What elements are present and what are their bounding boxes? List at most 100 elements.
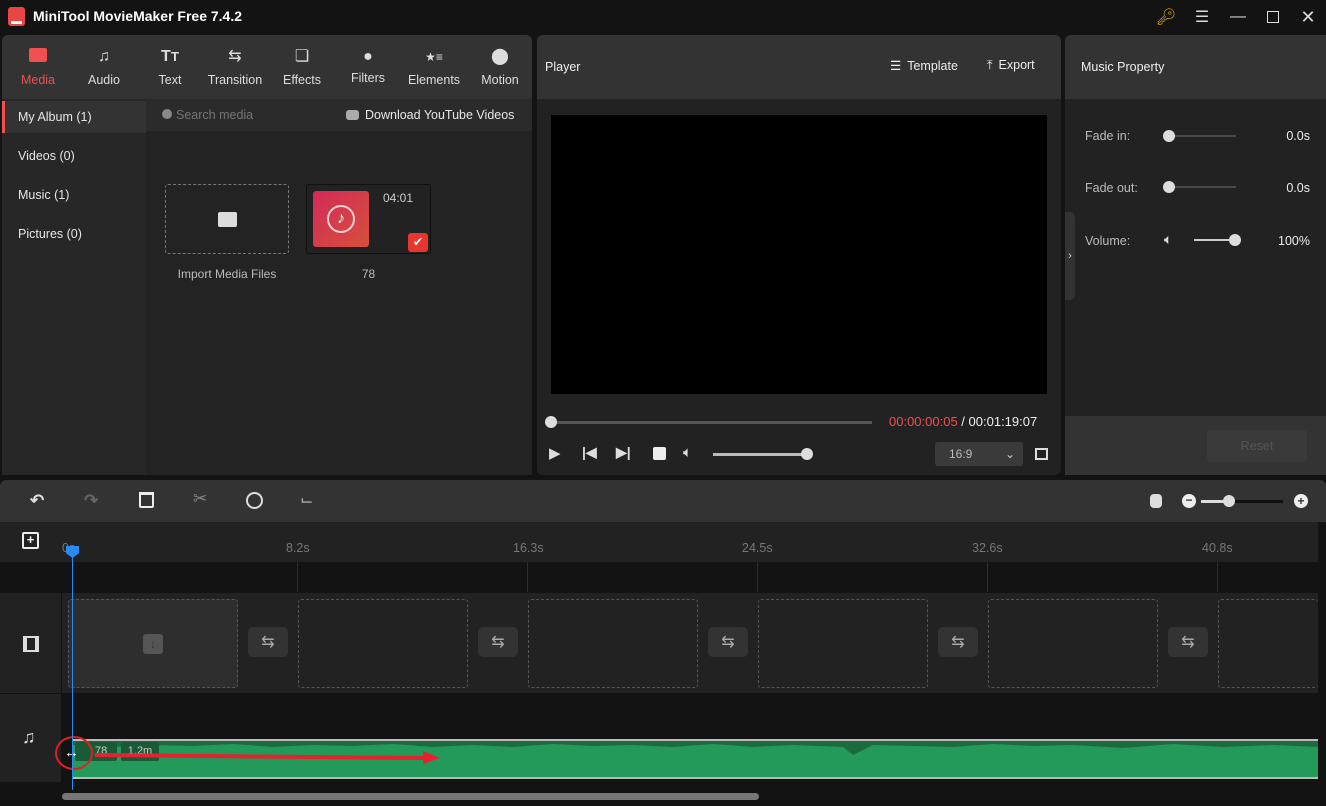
filters-icon: ● (363, 48, 373, 65)
album-item-music[interactable]: Music (1) (2, 179, 146, 211)
transition-slot-button[interactable]: ⇆ (1168, 627, 1208, 657)
playback-progress-knob[interactable] (545, 416, 557, 428)
menu-icon[interactable]: ☰ (1189, 5, 1215, 29)
music-volume-knob[interactable] (1229, 234, 1241, 246)
play-icon[interactable]: ▶ (549, 444, 561, 462)
title-bar: MiniTool MovieMaker Free 7.4.2 🔑︎ ☰ — ✕ (0, 0, 1326, 34)
album-list: My Album (1) Videos (0) Music (1) Pictur… (2, 99, 146, 475)
timeline-horizontal-scrollbar[interactable] (62, 793, 759, 800)
album-item-pictures[interactable]: Pictures (0) (2, 218, 146, 250)
player-panel: Player ☰ Template ⤒ Export 00:00:00:05 / 0… (537, 35, 1061, 475)
text-icon: TT (161, 48, 179, 65)
timeline-toolbar: ↶ ↷ ✂ ⌙ − + (0, 480, 1326, 522)
fade-out-knob[interactable] (1163, 181, 1175, 193)
ruler-tick-label: 32.6s (972, 541, 1003, 555)
ruler-gridline (297, 562, 298, 592)
fit-timeline-icon[interactable] (1150, 494, 1162, 508)
tab-motion[interactable]: ⬤ Motion (467, 35, 533, 99)
download-youtube-button[interactable]: Download YouTube Videos (346, 99, 514, 131)
clip-drop-slot[interactable] (528, 599, 698, 688)
category-toolbar: Media ♫ Audio TT Text ⇆ Transition ❏ Eff… (2, 35, 532, 99)
tab-audio[interactable]: ♫ Audio (71, 35, 137, 99)
volume-label: Volume: (1085, 234, 1131, 248)
tab-elements[interactable]: ★≡ Elements (401, 35, 467, 99)
transition-slot-button[interactable]: ⇆ (248, 627, 288, 657)
transition-slot-button[interactable]: ⇆ (708, 627, 748, 657)
tab-effects[interactable]: ❏ Effects (269, 35, 335, 99)
delete-icon[interactable] (139, 492, 154, 508)
app-title: MiniTool MovieMaker Free 7.4.2 (33, 8, 243, 24)
clip-drop-slot[interactable] (758, 599, 928, 688)
music-thumbnail: ♪ (313, 191, 369, 247)
key-icon[interactable]: 🔑︎ (1153, 5, 1179, 29)
fade-in-slider[interactable] (1168, 135, 1236, 137)
reset-button[interactable]: Reset (1207, 430, 1307, 462)
tab-filters[interactable]: ● Filters (335, 35, 401, 99)
zoom-in-icon[interactable]: + (1294, 494, 1308, 508)
timeline-ruler[interactable]: + (0, 522, 1318, 562)
media-item[interactable]: ♪ 04:01 ✔ (306, 184, 431, 254)
previous-frame-icon[interactable]: |◀ (582, 444, 597, 461)
export-button[interactable]: ⤒ Export (987, 58, 1035, 73)
template-button[interactable]: ☰ Template (890, 58, 958, 73)
clip-drop-slot[interactable] (1218, 599, 1318, 688)
transition-slot-button[interactable]: ⇆ (938, 627, 978, 657)
fullscreen-icon[interactable] (1035, 448, 1048, 460)
video-preview[interactable] (551, 115, 1047, 394)
next-frame-icon[interactable]: ▶| (616, 444, 631, 461)
album-item-my-album[interactable]: My Album (1) (2, 101, 146, 133)
aspect-ratio-select[interactable]: 16:9 ⌄ (935, 442, 1023, 466)
fade-out-value: 0.0s (1286, 181, 1310, 195)
audio-track-header: ♫ (0, 694, 61, 782)
tab-media[interactable]: Media (5, 35, 71, 99)
player-title: Player (545, 60, 581, 74)
tab-text[interactable]: TT Text (137, 35, 203, 99)
transition-icon: ⇆ (228, 48, 242, 65)
selected-check-icon[interactable]: ✔ (408, 233, 428, 252)
zoom-slider-knob[interactable] (1223, 495, 1235, 507)
transition-slot-button[interactable]: ⇆ (478, 627, 518, 657)
fade-out-slider[interactable] (1168, 186, 1236, 188)
album-item-videos[interactable]: Videos (0) (2, 140, 146, 172)
transition-icon: ⇆ (1181, 634, 1195, 651)
music-note-icon: ♫ (22, 727, 36, 747)
crop-icon[interactable]: ⌙ (300, 490, 313, 510)
folder-icon (28, 48, 48, 66)
fade-in-label: Fade in: (1085, 129, 1131, 143)
zoom-out-icon[interactable]: − (1182, 494, 1196, 508)
ruler-gridline (987, 562, 988, 592)
maximize-icon[interactable] (1260, 5, 1286, 29)
ruler-gridline (527, 562, 528, 592)
volume-icon[interactable]: 🔈︎ (683, 444, 692, 461)
volume-value: 100% (1278, 234, 1310, 248)
video-track-header (0, 593, 61, 693)
media-duration: 04:01 (383, 191, 414, 205)
undo-icon[interactable]: ↶ (30, 491, 44, 511)
clip-drop-slot[interactable] (988, 599, 1158, 688)
import-media-button[interactable] (165, 184, 289, 254)
search-input[interactable] (176, 105, 326, 125)
tab-transition[interactable]: ⇆ Transition (200, 35, 270, 99)
minimize-icon[interactable]: — (1225, 5, 1251, 29)
effects-icon: ❏ (294, 48, 310, 65)
collapse-panel-toggle[interactable]: › (1065, 212, 1075, 300)
player-volume-knob[interactable] (801, 448, 813, 460)
fade-in-knob[interactable] (1163, 130, 1175, 142)
media-item-name: 78 (361, 267, 376, 281)
stop-icon[interactable] (653, 447, 666, 460)
film-icon (23, 636, 39, 652)
speed-icon[interactable] (246, 492, 263, 509)
close-icon[interactable]: ✕ (1295, 5, 1321, 29)
redo-icon[interactable]: ↷ (84, 491, 98, 511)
ruler-tick-label: 40.8s (1202, 541, 1233, 555)
clip-drop-slot[interactable] (298, 599, 468, 688)
elements-icon: ★≡ (425, 50, 443, 64)
property-title: Music Property (1081, 60, 1165, 74)
ruler-gridline (1217, 562, 1218, 592)
add-track-icon[interactable]: + (22, 532, 39, 549)
player-volume-slider[interactable] (713, 453, 805, 456)
clip-drop-slot[interactable]: ↓ (68, 599, 238, 688)
split-icon[interactable]: ✂ (193, 489, 207, 509)
layers-icon: ☰ (890, 59, 902, 73)
playback-progress-bar[interactable] (551, 421, 872, 424)
